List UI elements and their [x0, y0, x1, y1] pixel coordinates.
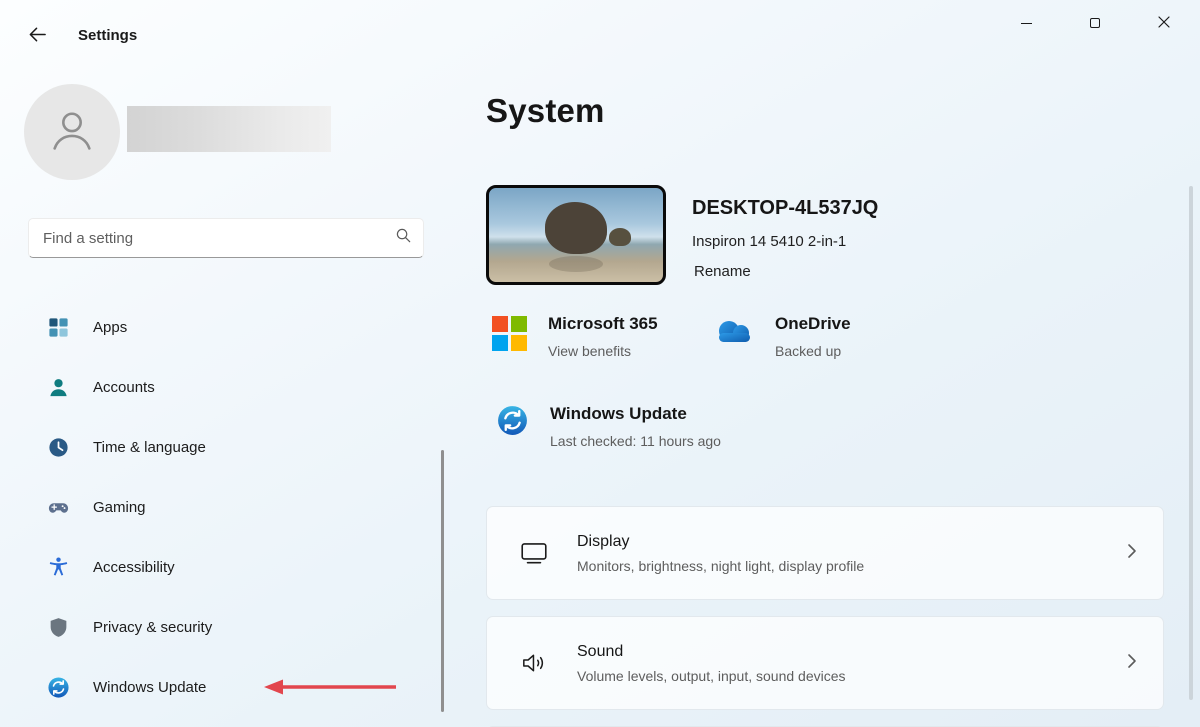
- apps-icon: [47, 316, 70, 339]
- sidebar-item-privacy-security[interactable]: Privacy & security: [28, 603, 426, 651]
- microsoft-365-icon: [492, 316, 527, 351]
- sound-icon: [517, 650, 551, 676]
- maximize-icon: [1090, 18, 1100, 28]
- row-subtitle: Monitors, brightness, night light, displ…: [577, 558, 864, 574]
- privacy-security-icon: [47, 616, 70, 639]
- sidebar-item-label: Accessibility: [93, 559, 175, 576]
- settings-row-sound[interactable]: Sound Volume levels, output, input, soun…: [486, 616, 1164, 710]
- search-input[interactable]: [43, 230, 396, 247]
- sidebar-item-time-language[interactable]: Time & language: [28, 423, 426, 471]
- row-title: Display: [577, 533, 864, 551]
- sidebar-item-label: Gaming: [93, 499, 146, 516]
- sidebar-item-accessibility[interactable]: Accessibility: [28, 543, 426, 591]
- onedrive-title: OneDrive: [775, 314, 851, 334]
- row-subtitle: Volume levels, output, input, sound devi…: [577, 668, 846, 684]
- time-language-icon: [47, 436, 70, 459]
- window-title: Settings: [78, 27, 137, 44]
- person-icon: [46, 104, 98, 161]
- sidebar-item-accounts[interactable]: Accounts: [28, 363, 426, 411]
- onedrive-tile[interactable]: OneDrive Backed up: [712, 314, 851, 359]
- chevron-right-icon: [1127, 543, 1137, 564]
- accessibility-icon: [47, 556, 70, 579]
- sidebar-item-apps[interactable]: Apps: [28, 303, 426, 351]
- sidebar-item-label: Accounts: [93, 379, 155, 396]
- accounts-icon: [47, 376, 70, 399]
- sidebar-item-label: Apps: [93, 319, 127, 336]
- thumbnail-rock-small: [609, 228, 631, 246]
- sidebar-item-gaming[interactable]: Gaming: [28, 483, 426, 531]
- settings-row-display[interactable]: Display Monitors, brightness, night ligh…: [486, 506, 1164, 600]
- close-button[interactable]: [1141, 4, 1187, 42]
- microsoft-365-tile[interactable]: Microsoft 365 View benefits: [492, 314, 658, 359]
- main-scrollbar[interactable]: [1189, 186, 1193, 700]
- windows-update-tile[interactable]: Windows Update Last checked: 11 hours ag…: [496, 404, 721, 449]
- sidebar-scrollbar[interactable]: [441, 450, 444, 712]
- user-name-redacted: [127, 106, 331, 152]
- chevron-right-icon: [1127, 653, 1137, 674]
- minimize-icon: [1021, 23, 1032, 24]
- view-benefits-link[interactable]: View benefits: [548, 343, 658, 359]
- device-name: DESKTOP-4L537JQ: [692, 197, 878, 220]
- windows-update-title: Windows Update: [550, 404, 721, 424]
- rename-button[interactable]: Rename: [694, 263, 751, 280]
- sidebar-item-label: Windows Update: [93, 679, 206, 696]
- maximize-button[interactable]: [1072, 4, 1118, 42]
- device-model: Inspiron 14 5410 2-in-1: [692, 233, 846, 250]
- search-icon: [396, 228, 411, 248]
- back-button[interactable]: [20, 20, 54, 52]
- windows-update-icon: [47, 676, 70, 699]
- thumbnail-reflection: [549, 256, 603, 272]
- titlebar: Settings: [0, 0, 1200, 48]
- sidebar-item-label: Time & language: [93, 439, 206, 456]
- row-title: Sound: [577, 643, 846, 661]
- page-title: System: [486, 92, 605, 130]
- user-avatar[interactable]: [24, 84, 120, 180]
- back-arrow-icon: [28, 25, 47, 47]
- onedrive-icon: [712, 318, 756, 351]
- microsoft-365-title: Microsoft 365: [548, 314, 658, 334]
- display-icon: [517, 540, 551, 566]
- device-thumbnail: [486, 185, 666, 285]
- sidebar-nav: Apps Accounts Time & language Ga: [28, 303, 426, 723]
- close-icon: [1158, 16, 1170, 31]
- onedrive-status: Backed up: [775, 343, 851, 359]
- search-box[interactable]: [28, 218, 424, 258]
- minimize-button[interactable]: [1003, 4, 1049, 42]
- sidebar-item-windows-update[interactable]: Windows Update: [28, 663, 426, 711]
- settings-rows: Display Monitors, brightness, night ligh…: [486, 506, 1164, 727]
- sidebar-item-label: Privacy & security: [93, 619, 212, 636]
- gaming-icon: [47, 496, 70, 519]
- thumbnail-rock: [545, 202, 607, 254]
- windows-update-icon: [496, 404, 529, 442]
- windows-update-status: Last checked: 11 hours ago: [550, 433, 721, 449]
